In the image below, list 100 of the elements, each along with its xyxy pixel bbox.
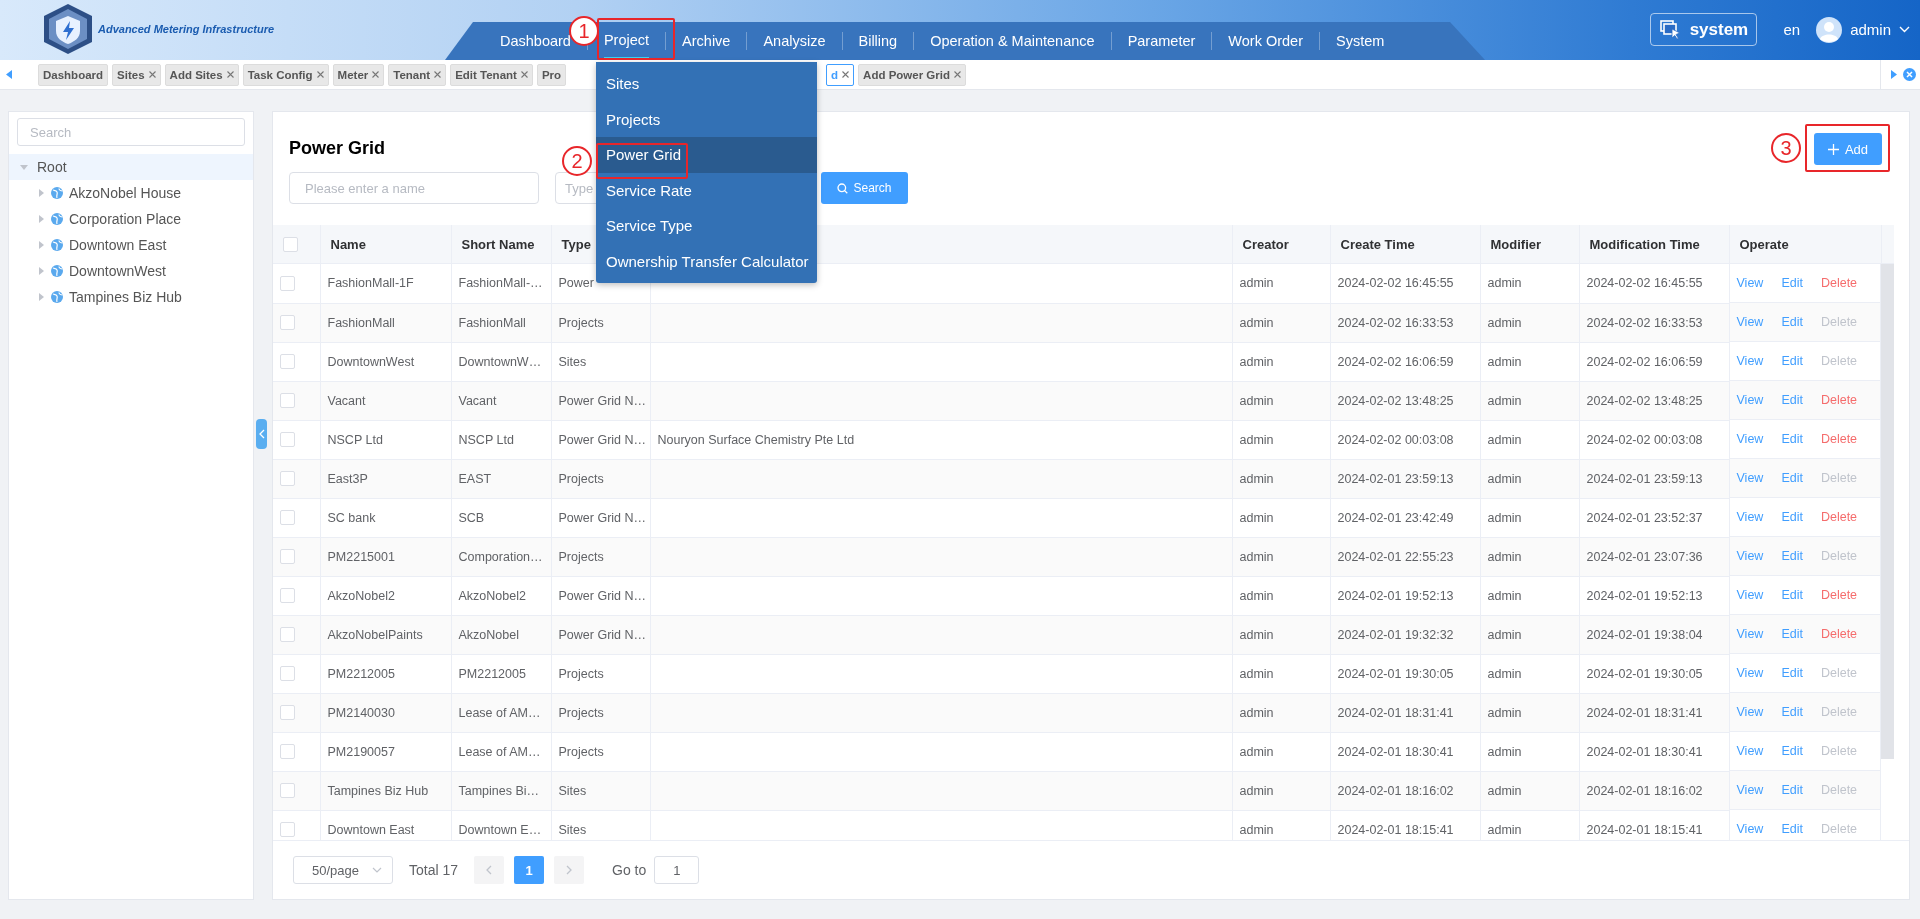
- close-icon[interactable]: [520, 71, 528, 78]
- view-link[interactable]: View: [1736, 783, 1764, 797]
- edit-link[interactable]: Edit: [1781, 510, 1803, 524]
- tree-item[interactable]: Tampines Biz Hub: [9, 284, 253, 310]
- nav-item[interactable]: Archive: [682, 22, 731, 60]
- page-size-select[interactable]: 50/page: [293, 856, 393, 884]
- view-link[interactable]: View: [1736, 627, 1764, 641]
- page-tab[interactable]: Add Sites: [164, 63, 239, 86]
- avatar-icon[interactable]: [1816, 16, 1843, 43]
- close-icon[interactable]: [434, 71, 442, 78]
- delete-link[interactable]: Delete: [1820, 432, 1858, 446]
- page-tab[interactable]: Sites: [112, 63, 161, 86]
- nav-item[interactable]: Parameter: [1127, 22, 1196, 60]
- tree-item[interactable]: Downtown East: [9, 232, 253, 258]
- edit-link[interactable]: Edit: [1781, 354, 1803, 368]
- page-number[interactable]: 1: [514, 856, 545, 884]
- page-tab[interactable]: Pro: [536, 63, 567, 86]
- previous-page-button[interactable]: [474, 856, 505, 884]
- close-icon[interactable]: [842, 71, 850, 78]
- tree-item[interactable]: DowntownWest: [9, 258, 253, 284]
- page-tab[interactable]: Add Power Grid: [858, 63, 966, 86]
- chevron-down-icon[interactable]: [1899, 26, 1910, 33]
- row-checkbox[interactable]: [280, 354, 295, 370]
- caret-icon[interactable]: [37, 267, 45, 275]
- edit-link[interactable]: Edit: [1781, 588, 1803, 602]
- row-checkbox[interactable]: [280, 315, 295, 331]
- close-icon[interactable]: [316, 71, 324, 78]
- view-link[interactable]: View: [1736, 744, 1764, 758]
- close-icon[interactable]: [372, 71, 380, 78]
- caret-icon[interactable]: [37, 293, 45, 301]
- delete-link[interactable]: Delete: [1820, 276, 1858, 290]
- row-checkbox[interactable]: [280, 705, 295, 721]
- page-tab[interactable]: Dashboard: [38, 63, 109, 86]
- edit-link[interactable]: Edit: [1781, 783, 1803, 797]
- row-checkbox[interactable]: [280, 393, 295, 409]
- page-tab[interactable]: Tenant: [388, 63, 447, 86]
- view-link[interactable]: View: [1736, 666, 1764, 680]
- search-field[interactable]: Search: [17, 118, 245, 146]
- edit-link[interactable]: Edit: [1781, 315, 1803, 329]
- view-link[interactable]: View: [1736, 393, 1764, 407]
- close-all-icon[interactable]: [1903, 68, 1916, 81]
- edit-link[interactable]: Edit: [1781, 822, 1803, 836]
- delete-link[interactable]: Delete: [1820, 510, 1858, 524]
- scroll-left-icon[interactable]: [6, 70, 12, 79]
- menu-item[interactable]: Projects: [596, 101, 817, 137]
- page-tab[interactable]: d: [826, 63, 855, 86]
- nav-item[interactable]: Work Order: [1228, 22, 1303, 60]
- close-icon[interactable]: [226, 71, 234, 78]
- caret-icon[interactable]: [37, 215, 45, 223]
- language-selector[interactable]: en: [1783, 21, 1801, 38]
- tree-item[interactable]: AkzoNobel House: [9, 180, 253, 206]
- name-field[interactable]: Please enter a name: [289, 172, 539, 204]
- user-name[interactable]: admin: [1850, 21, 1891, 38]
- view-link[interactable]: View: [1736, 432, 1764, 446]
- view-link[interactable]: View: [1736, 588, 1764, 602]
- scrollbar[interactable]: [1881, 264, 1894, 759]
- select-all-checkbox[interactable]: [283, 237, 298, 253]
- scroll-right-icon[interactable]: [1891, 70, 1897, 79]
- tree-item[interactable]: Root: [9, 154, 253, 180]
- nav-item[interactable]: System: [1336, 22, 1385, 60]
- nav-item[interactable]: Billing: [858, 22, 898, 60]
- goto-field[interactable]: 1: [654, 856, 700, 884]
- page-tab[interactable]: Task Config: [242, 63, 329, 86]
- close-icon[interactable]: [148, 71, 156, 78]
- edit-link[interactable]: Edit: [1781, 471, 1803, 485]
- view-link[interactable]: View: [1736, 549, 1764, 563]
- edit-link[interactable]: Edit: [1781, 432, 1803, 446]
- edit-link[interactable]: Edit: [1781, 549, 1803, 563]
- collapse-handle[interactable]: [256, 419, 267, 449]
- row-checkbox[interactable]: [280, 510, 295, 526]
- nav-item[interactable]: Analysize: [763, 22, 826, 60]
- view-link[interactable]: View: [1736, 510, 1764, 524]
- row-checkbox[interactable]: [280, 588, 295, 604]
- delete-link[interactable]: Delete: [1820, 588, 1858, 602]
- view-link[interactable]: View: [1736, 471, 1764, 485]
- menu-item[interactable]: Sites: [596, 66, 817, 102]
- system-button[interactable]: system: [1650, 13, 1758, 46]
- search-button[interactable]: Search: [821, 172, 908, 204]
- view-link[interactable]: View: [1736, 822, 1764, 836]
- nav-item[interactable]: Operation & Maintenance: [930, 22, 1095, 60]
- edit-link[interactable]: Edit: [1781, 276, 1803, 290]
- row-checkbox[interactable]: [280, 822, 295, 838]
- delete-link[interactable]: Delete: [1820, 627, 1858, 641]
- page-tab[interactable]: Edit Tenant: [450, 63, 533, 86]
- view-link[interactable]: View: [1736, 276, 1764, 290]
- edit-link[interactable]: Edit: [1781, 666, 1803, 680]
- edit-link[interactable]: Edit: [1781, 393, 1803, 407]
- row-checkbox[interactable]: [280, 549, 295, 565]
- row-checkbox[interactable]: [280, 432, 295, 448]
- tree-item[interactable]: Corporation Place: [9, 206, 253, 232]
- page-tab[interactable]: Meter: [332, 63, 385, 86]
- edit-link[interactable]: Edit: [1781, 744, 1803, 758]
- nav-item[interactable]: Dashboard: [500, 22, 571, 60]
- menu-item[interactable]: Power Grid: [596, 137, 817, 173]
- row-checkbox[interactable]: [280, 744, 295, 760]
- close-icon[interactable]: [954, 71, 961, 78]
- row-checkbox[interactable]: [280, 471, 295, 487]
- caret-icon[interactable]: [37, 241, 45, 249]
- view-link[interactable]: View: [1736, 315, 1764, 329]
- edit-link[interactable]: Edit: [1781, 705, 1803, 719]
